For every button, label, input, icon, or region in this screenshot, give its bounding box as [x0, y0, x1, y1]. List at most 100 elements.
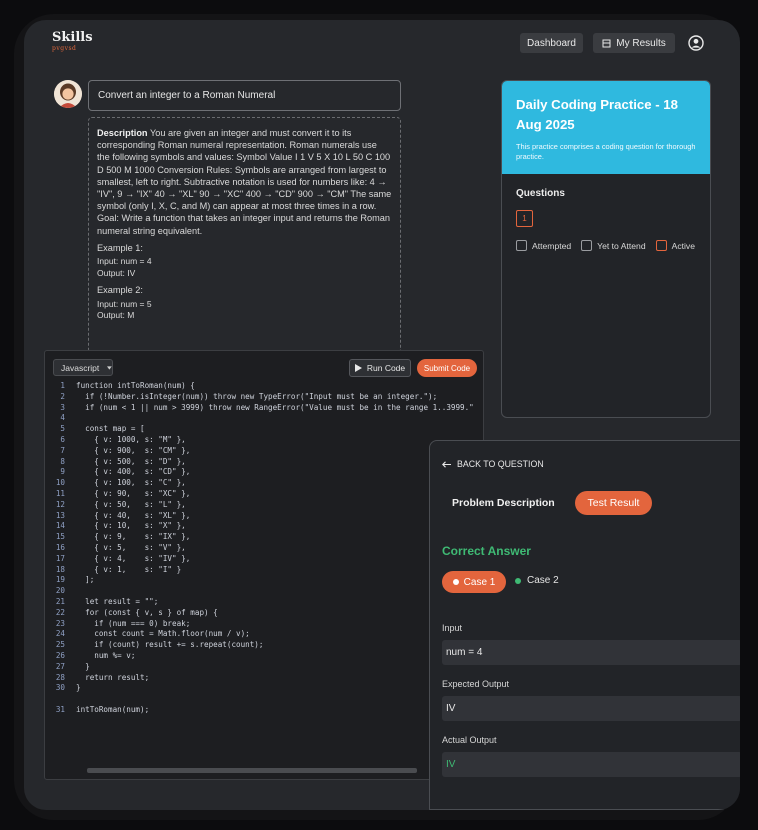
case-1-tab[interactable]: Case 1: [442, 571, 506, 593]
line-number: 20: [55, 586, 65, 596]
code-line: 11 { v: 90, s: "XC" },: [45, 489, 483, 500]
code-text: }: [76, 661, 90, 671]
line-number: 3: [60, 402, 65, 412]
case-dot-icon: [452, 579, 459, 585]
line-number: 14: [55, 521, 65, 531]
code-text: { v: 50, s: "L" },: [76, 499, 186, 509]
avatar: [54, 80, 82, 108]
input-label: Input: [442, 623, 463, 633]
code-text: num %= v;: [76, 650, 136, 660]
practice-title: Daily Coding Practice - 18 Aug 2025: [516, 97, 678, 132]
example-heading: Example 1:: [97, 242, 143, 253]
line-number: 21: [55, 596, 65, 606]
question-number: 1: [522, 214, 527, 223]
code-text: let result = "";: [76, 596, 159, 606]
code-text: for (const { v, s } of map) {: [76, 607, 218, 617]
legend-attempted: Attempted: [516, 240, 571, 251]
code-line: 2 if (!Number.isInteger(num)) throw new …: [45, 392, 483, 403]
logo[interactable]: Skills pvgvsd: [52, 31, 93, 54]
back-to-question-button[interactable]: BACK TO QUESTION: [442, 459, 544, 469]
problem-description: Description You are given an integer and…: [88, 117, 401, 353]
line-number: 11: [55, 488, 65, 498]
code-editor-panel: Javascript Run Code Submit Code 1 functio…: [44, 350, 484, 780]
actual-output-label: Actual Output: [442, 735, 497, 745]
dashboard-button[interactable]: Dashboard: [520, 33, 583, 53]
code-line: 24 const count = Math.floor(num / v);: [45, 629, 483, 640]
example-2: Example 2: Input: num = 5 Output: M: [97, 285, 392, 322]
code-text: const map = [: [76, 424, 145, 434]
practice-panel: Daily Coding Practice - 18 Aug 2025 This…: [501, 80, 711, 418]
test-result-panel: BACK TO QUESTION Problem Description Tes…: [429, 440, 740, 810]
case-dot-icon: [515, 577, 521, 584]
code-line: 1 function intToRoman(num) {: [45, 381, 483, 392]
tab-problem-description[interactable]: Problem Description: [452, 497, 555, 509]
practice-header: Daily Coding Practice - 18 Aug 2025 This…: [502, 81, 710, 174]
code-text: { v: 100, s: "C" },: [76, 478, 186, 488]
question-chip[interactable]: 1: [516, 210, 533, 227]
example-output: Output: M: [97, 310, 135, 321]
submit-code-label: Submit Code: [423, 363, 471, 373]
code-line: 3 if (num < 1 || num > 3999) throw new R…: [45, 403, 483, 414]
line-number: 10: [55, 478, 65, 488]
code-line: 27 }: [45, 662, 483, 673]
code-text: if (num < 1 || num > 3999) throw new Ran…: [76, 402, 474, 412]
app-screen: Skills pvgvsd Dashboard My Results Conve…: [24, 20, 740, 810]
line-number: 2: [60, 391, 65, 401]
code-line: 12 { v: 50, s: "L" },: [45, 500, 483, 511]
language-select[interactable]: Javascript: [53, 359, 113, 376]
practice-subtitle: This practice comprises a coding questio…: [516, 142, 696, 161]
code-line: 19 ];: [45, 575, 483, 586]
tab-test-result[interactable]: Test Result: [575, 491, 652, 515]
code-text: { v: 900, s: "CM" },: [76, 445, 191, 455]
questions-label: Questions: [516, 188, 565, 199]
code-area[interactable]: 1 function intToRoman(num) {2 if (!Number…: [45, 381, 483, 716]
arrow-left-icon: [442, 460, 451, 468]
code-text: { v: 500, s: "D" },: [76, 456, 186, 466]
code-text: { v: 40, s: "XL" },: [76, 510, 191, 520]
code-text: const count = Math.floor(num / v);: [76, 629, 250, 639]
user-profile-icon[interactable]: [688, 35, 704, 51]
problem-title: Convert an integer to a Roman Numeral: [88, 80, 401, 111]
checkbox-icon: [655, 240, 667, 251]
description-label: Description: [97, 128, 148, 138]
line-number: 17: [55, 553, 65, 563]
editor-toolbar: Javascript Run Code Submit Code: [45, 351, 483, 381]
example-output: Output: IV: [97, 267, 136, 278]
code-text: { v: 400, s: "CD" },: [76, 467, 191, 477]
code-text: if (!Number.isInteger(num)) throw new Ty…: [76, 391, 438, 401]
expected-output-value: IV: [442, 696, 740, 721]
line-number: 8: [60, 456, 65, 466]
checkbox-icon: [581, 240, 593, 251]
submit-code-button[interactable]: Submit Code: [417, 359, 477, 377]
legend-active: Active: [655, 240, 696, 251]
code-line: 22 for (const { v, s } of map) {: [45, 608, 483, 619]
case-2-tab[interactable]: Case 2: [515, 575, 559, 586]
line-number: 9: [60, 467, 65, 477]
chevron-down-icon: [107, 365, 112, 370]
status-legend: Attempted Yet to Attend Active: [516, 240, 695, 251]
case-1-label: Case 1: [463, 576, 496, 588]
line-number: 31: [55, 704, 65, 714]
horizontal-scrollbar[interactable]: [87, 768, 417, 773]
line-number: 28: [55, 672, 65, 682]
code-line: 9 { v: 400, s: "CD" },: [45, 467, 483, 478]
result-status: Correct Answer: [442, 544, 531, 558]
code-text: intToRoman(num);: [76, 704, 150, 714]
play-icon: [354, 364, 362, 372]
legend-label: Active: [671, 240, 696, 251]
code-line: 23 if (num === 0) break;: [45, 619, 483, 630]
legend-label: Yet to Attend: [597, 240, 646, 251]
my-results-button[interactable]: My Results: [593, 33, 675, 53]
line-number: 27: [55, 661, 65, 671]
line-number: [45, 694, 76, 705]
line-number: 30: [55, 683, 65, 693]
line-number: 12: [55, 499, 65, 509]
example-heading: Example 2:: [97, 285, 143, 296]
code-line: 8 { v: 500, s: "D" },: [45, 457, 483, 468]
run-code-label: Run Code: [366, 363, 406, 373]
top-bar: Skills pvgvsd Dashboard My Results: [24, 20, 740, 70]
code-text: { v: 5, s: "V" },: [76, 542, 186, 552]
run-code-button[interactable]: Run Code: [349, 359, 411, 377]
code-text: if (count) result += s.repeat(count);: [76, 640, 264, 650]
example-1: Example 1: Input: num = 4 Output: IV: [97, 243, 392, 280]
